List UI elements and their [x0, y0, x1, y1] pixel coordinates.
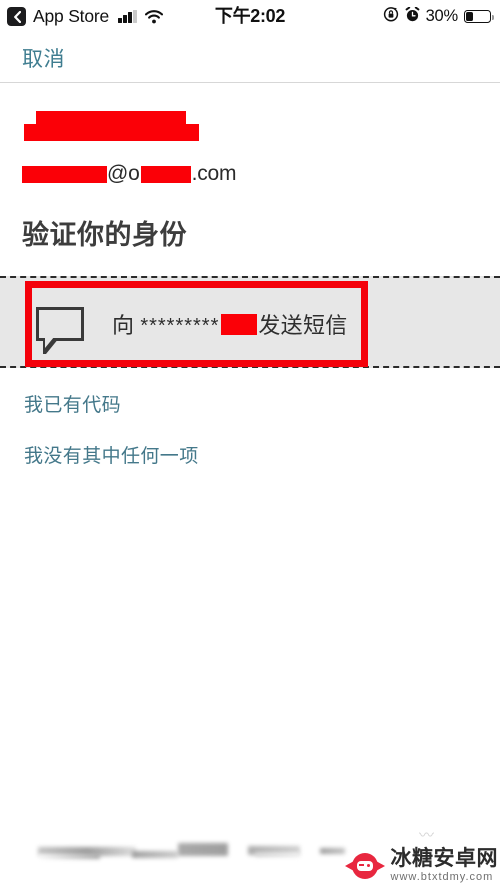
status-bar: App Store 下午2:02 30% — [0, 0, 500, 33]
watermark-site-name: 冰糖安卓网 — [390, 847, 498, 870]
watermark-site-url: www.btxtdmy.com — [390, 871, 494, 883]
verification-options-section: 向 ********* 发送短信 — [0, 276, 500, 368]
send-sms-option-label: 向 ********* 发送短信 — [112, 308, 348, 340]
page-title: 验证你的身份 — [22, 220, 187, 250]
email-tld: .com — [191, 162, 237, 185]
email-at-symbol: @ — [107, 162, 129, 185]
option-prefix-text: 向 — [112, 313, 135, 338]
option-suffix-text: 发送短信 — [258, 313, 348, 338]
speech-bubble-icon — [36, 307, 84, 354]
navigation-bar: 取消 — [0, 33, 500, 83]
rotation-lock-icon — [383, 6, 399, 27]
blurred-content — [132, 851, 178, 858]
account-email: @ o .com — [22, 161, 500, 187]
cellular-signal-icon — [118, 10, 137, 23]
cancel-button[interactable]: 取消 — [22, 43, 65, 73]
returning-app-name[interactable]: App Store — [33, 6, 109, 27]
alarm-clock-icon — [405, 6, 420, 27]
back-to-app-button[interactable] — [7, 7, 26, 26]
squiggle-decoration: 〰 — [418, 827, 434, 844]
redaction-block — [22, 165, 107, 183]
email-domain-start: o — [128, 162, 140, 185]
redaction-block — [140, 165, 191, 183]
account-info-block: @ o .com — [0, 83, 500, 187]
blurred-content — [178, 843, 228, 856]
blurred-content — [320, 848, 345, 854]
none-of-these-link[interactable]: 我没有其中任何一项 — [24, 441, 199, 468]
blurred-content — [255, 852, 300, 857]
masked-phone-number: ********* — [140, 314, 220, 337]
alternative-links: 我已有代码 我没有其中任何一项 — [0, 368, 500, 468]
send-sms-option-row[interactable]: 向 ********* 发送短信 — [36, 290, 500, 358]
status-bar-right-group: 30% — [383, 6, 495, 27]
site-watermark: 冰糖安卓网 www.btxtdmy.com — [344, 847, 499, 883]
redaction-block — [24, 124, 199, 141]
account-name-redacted — [22, 109, 500, 151]
redaction-block — [221, 313, 258, 335]
candy-gamepad-icon — [344, 852, 385, 879]
blurred-content — [38, 854, 100, 859]
bottom-blurred-area: 〰 冰糖安卓网 www.btxtdmy.com — [0, 809, 500, 889]
already-have-code-link[interactable]: 我已有代码 — [24, 390, 121, 417]
phone-screen: App Store 下午2:02 30% 取消 @ o .com 验证你的身份 … — [0, 0, 500, 889]
wifi-icon — [144, 9, 163, 24]
battery-icon — [464, 10, 495, 23]
battery-percent-label: 30% — [425, 7, 459, 25]
chevron-left-icon — [13, 10, 21, 23]
